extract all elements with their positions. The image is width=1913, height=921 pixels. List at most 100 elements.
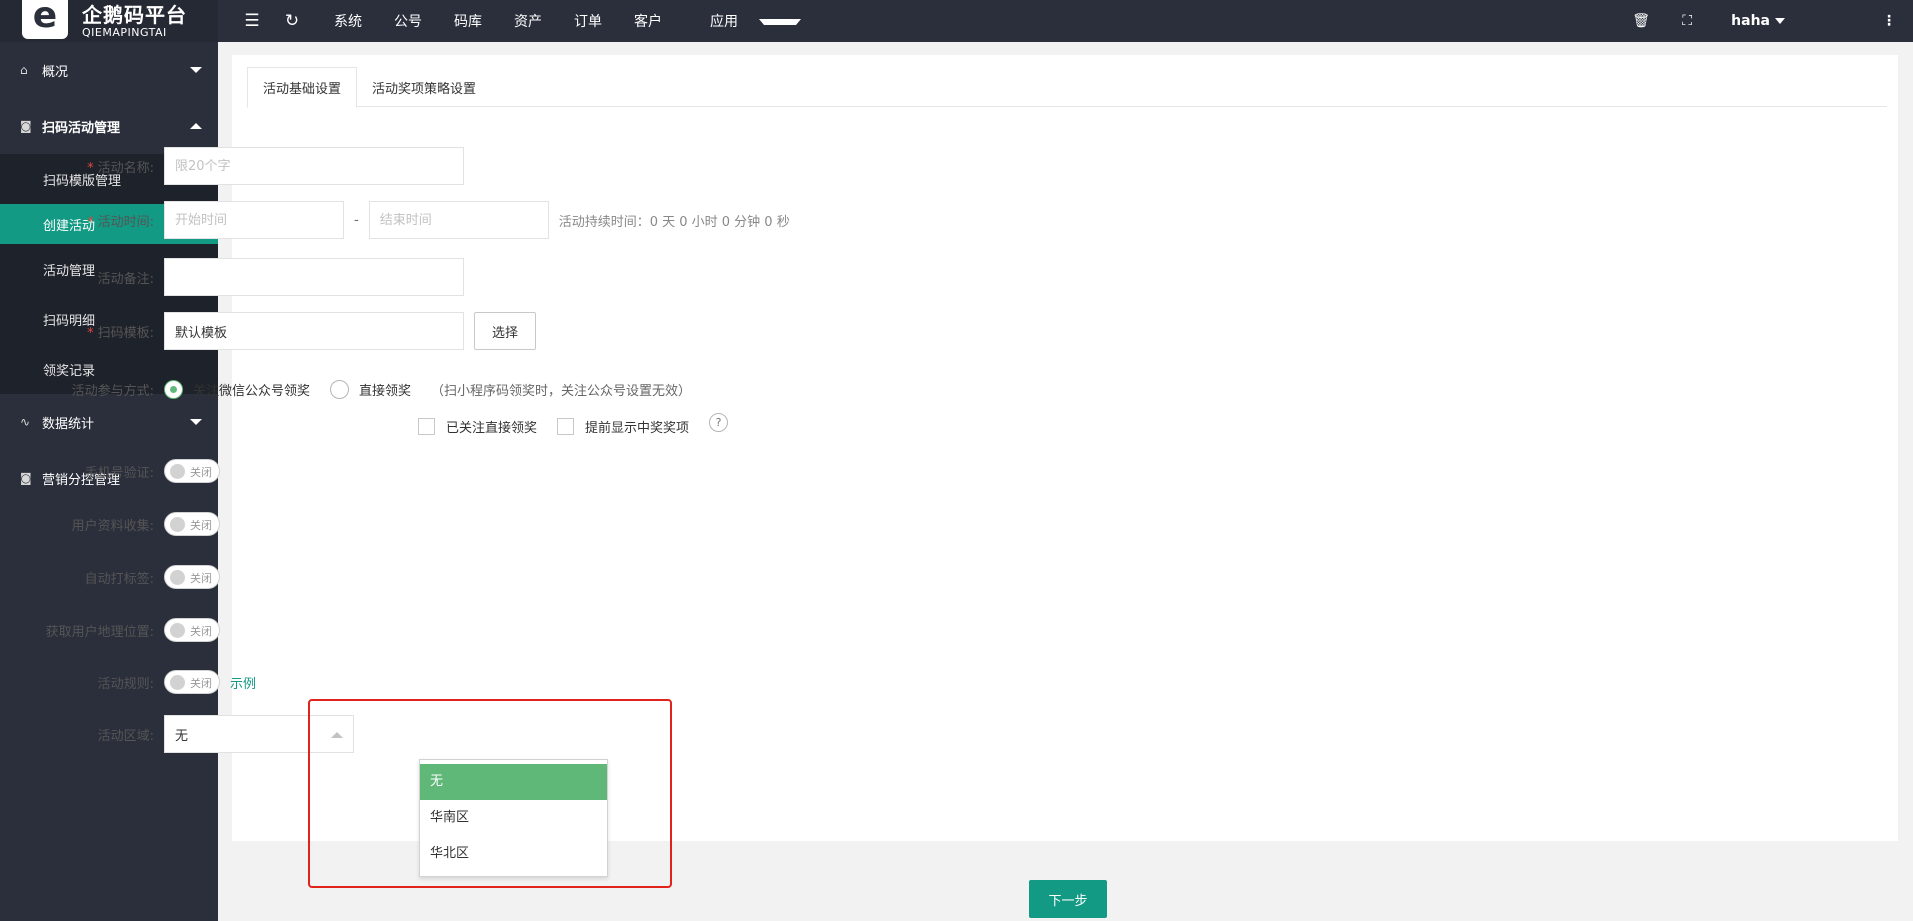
switch-state: 关闭 <box>190 519 212 532</box>
radio-checked-icon <box>164 380 183 399</box>
collapse-menu-icon[interactable]: ☰ <box>238 11 266 31</box>
nav-customers[interactable]: 客户 <box>618 11 678 31</box>
nav-system[interactable]: 系统 <box>318 11 378 31</box>
top-nav: 系统 公号 码库 资产 订单 客户 应用 <box>318 11 817 31</box>
rules-label: 活动规则: <box>97 676 154 692</box>
tab-prize-strategy[interactable]: 活动奖项策略设置 <box>357 67 491 108</box>
switch-knob <box>170 570 185 585</box>
more-vertical-icon[interactable]: ⋮ <box>1875 13 1903 29</box>
region-select[interactable]: 无 <box>164 715 354 753</box>
switch-knob <box>170 464 185 479</box>
form-row-template: *扫码模板: 选择 <box>0 312 537 350</box>
form-row-participation-checks: 已关注直接领奖 提前显示中奖奖项 ? <box>418 413 729 436</box>
switch-state: 关闭 <box>190 625 212 638</box>
switch-knob <box>170 623 185 638</box>
help-question-icon[interactable]: ? <box>709 413 729 432</box>
sidebar-group-label: 数据统计 <box>42 416 95 432</box>
radio-unchecked-icon <box>330 380 350 399</box>
brand-name-en: QIEMAPINGTAI <box>82 25 167 39</box>
form-row-region: 活动区域: 无 <box>0 715 354 753</box>
form-row-rules: 活动规则: 关闭 示例 <box>0 670 256 694</box>
geo-switch[interactable]: 关闭 <box>164 618 220 642</box>
end-time-input[interactable] <box>368 201 549 239</box>
choose-template-button[interactable]: 选择 <box>474 312 537 350</box>
checkbox-show-prize-early[interactable]: 提前显示中奖奖项 <box>557 417 689 436</box>
form-row-name: * 活动名称: <box>0 147 464 185</box>
sidebar-group-statistics[interactable]: ∿ 数据统计 <box>0 394 218 450</box>
form-row-time: *活动时间: - 活动持续时间：0 天 0 小时 0 分钟 0 秒 <box>0 201 790 239</box>
region-selected-value: 无 <box>175 728 189 744</box>
activity-name-input[interactable] <box>164 147 464 185</box>
nav-apps-label: 应用 <box>710 14 738 30</box>
form-row-phone-verify: 手机号验证: 关闭 <box>0 459 220 483</box>
radio-label: 关注微信公众号领奖 <box>193 384 311 399</box>
remark-input[interactable] <box>164 258 464 296</box>
radio-label: 直接领奖 <box>359 384 412 399</box>
start-time-input[interactable] <box>164 201 344 239</box>
remark-label: 活动备注: <box>97 271 154 287</box>
switch-knob <box>170 517 185 532</box>
name-label: * 活动名称: <box>87 160 154 176</box>
form-row-auto-tag: 自动打标签: 关闭 <box>0 565 220 589</box>
time-separator: - <box>354 212 359 228</box>
logo[interactable]: e 企鹅码平台 QIEMAPINGTAI <box>0 0 218 42</box>
nav-assets[interactable]: 资产 <box>498 11 558 31</box>
chevron-up-icon <box>331 732 343 738</box>
user-info-label: 用户资料收集: <box>71 518 154 534</box>
trash-icon[interactable]: 🗑 <box>1627 13 1655 29</box>
logo-badge: e <box>22 0 68 39</box>
nav-orders[interactable]: 订单 <box>558 11 618 31</box>
refresh-icon[interactable]: ↻ <box>278 11 306 31</box>
participation-label: 活动参与方式: <box>71 384 154 399</box>
tab-bar: 活动基础设置 活动奖项策略设置 <box>247 67 1887 108</box>
form-row-geo: 获取用户地理位置: 关闭 <box>0 618 220 642</box>
sidebar-group-label: 概况 <box>42 64 69 80</box>
chevron-down-icon <box>190 419 202 425</box>
brand-name-cn: 企鹅码平台 <box>82 2 187 27</box>
region-label: 活动区域: <box>97 728 154 744</box>
chevron-down-icon <box>759 19 801 25</box>
checkbox-label: 提前显示中奖奖项 <box>585 421 690 436</box>
chevron-down-icon <box>1775 18 1785 24</box>
nav-code-library[interactable]: 码库 <box>438 11 498 31</box>
nav-apps[interactable]: 应用 <box>678 11 817 31</box>
form-row-remark: 活动备注: <box>0 258 464 296</box>
region-option-none[interactable]: 无 <box>420 764 607 800</box>
geo-label: 获取用户地理位置: <box>45 624 154 640</box>
auto-tag-label: 自动打标签: <box>84 571 154 587</box>
user-info-switch[interactable]: 关闭 <box>164 512 220 536</box>
time-label: * 活动时间: <box>87 214 154 230</box>
template-input[interactable] <box>164 312 464 350</box>
next-step-button[interactable]: 下一步 <box>1029 880 1107 918</box>
checkbox-icon <box>557 418 575 435</box>
sidebar-group-scan-activity[interactable]: ◙ 扫码活动管理 <box>0 98 218 154</box>
sidebar-group-overview[interactable]: ⌂ 概况 <box>0 42 218 98</box>
chevron-down-icon <box>190 67 202 73</box>
topbar: ☰ ↻ 系统 公号 码库 资产 订单 客户 应用 🗑 ⛶ haha ⋮ <box>218 0 1913 42</box>
region-option-south[interactable]: 华南区 <box>420 800 607 836</box>
region-dropdown: 无 华南区 华北区 <box>419 759 608 877</box>
user-name: haha <box>1731 13 1770 29</box>
phone-verify-label: 手机号验证: <box>84 465 154 481</box>
rules-switch[interactable]: 关闭 <box>164 670 220 694</box>
phone-verify-switch[interactable]: 关闭 <box>164 459 220 483</box>
form-row-user-info: 用户资料收集: 关闭 <box>0 512 220 536</box>
switch-state: 关闭 <box>190 466 212 479</box>
nav-official-account[interactable]: 公号 <box>378 11 438 31</box>
switch-state: 关闭 <box>190 677 212 690</box>
rules-example-link[interactable]: 示例 <box>230 673 256 692</box>
radio-direct-prize[interactable]: 直接领奖 <box>330 380 411 399</box>
pulse-chart-icon: ∿ <box>20 415 31 429</box>
tab-basic-settings[interactable]: 活动基础设置 <box>247 67 358 108</box>
sidebar-group-label: 扫码活动管理 <box>42 120 121 136</box>
auto-tag-switch[interactable]: 关闭 <box>164 565 220 589</box>
checkbox-icon <box>418 418 435 435</box>
home-icon: ⌂ <box>20 63 28 77</box>
checkbox-followed-direct[interactable]: 已关注直接领奖 <box>418 417 537 436</box>
switch-state: 关闭 <box>190 572 212 585</box>
fullscreen-icon[interactable]: ⛶ <box>1673 13 1701 29</box>
user-menu[interactable]: haha <box>1731 13 1785 29</box>
region-option-north[interactable]: 华北区 <box>420 836 607 872</box>
participation-hint: （扫小程序码领奖时，关注公众号设置无效） <box>431 384 692 399</box>
radio-follow-wechat[interactable]: 关注微信公众号领奖 <box>164 380 310 399</box>
